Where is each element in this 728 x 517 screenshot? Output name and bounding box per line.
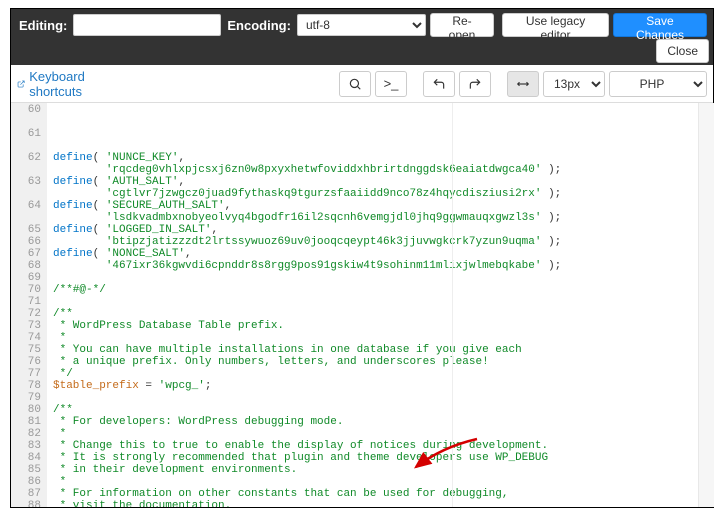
redo-icon xyxy=(468,77,482,91)
code-line: 'btipzjatizzzdt2lrtssywuoz69uv0jooqcqeyp… xyxy=(53,236,713,248)
close-button[interactable]: Close xyxy=(656,39,709,63)
keyboard-shortcuts-label: Keyboard shortcuts xyxy=(29,69,95,99)
code-line: * It is strongly recommended that plugin… xyxy=(53,452,713,464)
code-line: 'lsdkvadmbxnobyeolvyq4bgodfr16il2sqcnh6v… xyxy=(53,212,713,224)
code-line: * WordPress Database Table prefix. xyxy=(53,320,713,332)
terminal-icon: >_ xyxy=(384,76,399,91)
code-line: define( 'LOGGED_IN_SALT', xyxy=(53,224,713,236)
code-line: * xyxy=(53,332,713,344)
font-size-select[interactable]: 13px xyxy=(543,71,605,97)
code-line: */ xyxy=(53,368,713,380)
vertical-scrollbar[interactable] xyxy=(698,103,714,507)
code-line: define( 'AUTH_SALT', xyxy=(53,176,713,188)
code-line xyxy=(53,272,713,284)
editing-label: Editing: xyxy=(17,18,69,33)
code-line xyxy=(53,392,713,404)
search-icon xyxy=(348,77,362,91)
code-line: '467ixr36kgwvdi6cpnddr8s8rgg9pos91gskiw4… xyxy=(53,260,713,272)
use-legacy-editor-button[interactable]: Use legacy editor xyxy=(502,13,609,37)
code-line: * xyxy=(53,476,713,488)
terminal-button[interactable]: >_ xyxy=(375,71,407,97)
code-line: * For developers: WordPress debugging mo… xyxy=(53,416,713,428)
reopen-button[interactable]: Re-open xyxy=(430,13,494,37)
code-line xyxy=(53,296,713,308)
arrows-horizontal-icon xyxy=(516,77,530,91)
code-line: 'cgtlvr7jzwgcz0juad9fythaskq9tgurzsfaaii… xyxy=(53,188,713,200)
code-line: * xyxy=(53,428,713,440)
code-line: /** xyxy=(53,404,713,416)
editing-path-input[interactable] xyxy=(73,14,221,36)
code-line: 'rqcdeg0vhlxpjcsxj6zn0w8pxyxhetwfoviddxh… xyxy=(53,164,713,176)
code-line: $table_prefix = 'wpcg_'; xyxy=(53,380,713,392)
code-line: * For information on other constants tha… xyxy=(53,488,713,500)
external-link-icon xyxy=(17,77,25,91)
undo-button[interactable] xyxy=(423,71,455,97)
editor-toolbar: Keyboard shortcuts >_ 13px xyxy=(11,65,713,103)
save-changes-button[interactable]: Save Changes xyxy=(613,13,707,37)
code-editor[interactable]: 6061626364656667686970717273747576777879… xyxy=(11,103,713,507)
encoding-select[interactable]: utf-8 xyxy=(297,14,426,36)
encoding-label: Encoding: xyxy=(225,18,293,33)
keyboard-shortcuts-link[interactable]: Keyboard shortcuts xyxy=(17,69,95,99)
code-line: /**#@-*/ xyxy=(53,284,713,296)
topbar: Editing: Encoding: utf-8 Re-open Use leg… xyxy=(11,9,713,65)
line-gutter: 6061626364656667686970717273747576777879… xyxy=(11,103,47,507)
code-line: * in their development environments. xyxy=(53,464,713,476)
language-select[interactable]: PHP xyxy=(609,71,707,97)
wrap-toggle-button[interactable] xyxy=(507,71,539,97)
undo-icon xyxy=(432,77,446,91)
code-line: * Change this to true to enable the disp… xyxy=(53,440,713,452)
search-button[interactable] xyxy=(339,71,371,97)
code-line: /** xyxy=(53,308,713,320)
redo-button[interactable] xyxy=(459,71,491,97)
code-line: * You can have multiple installations in… xyxy=(53,344,713,356)
code-line: define( 'SECURE_AUTH_SALT', xyxy=(53,200,713,212)
code-line: * a unique prefix. Only numbers, letters… xyxy=(53,356,713,368)
code-area[interactable]: define( 'NUNCE_KEY', 'rqcdeg0vhlxpjcsxj6… xyxy=(47,103,713,507)
code-line: define( 'NONCE_SALT', xyxy=(53,248,713,260)
fold-column-marker xyxy=(452,103,453,507)
code-line: define( 'NUNCE_KEY', xyxy=(53,152,713,164)
code-line: * visit the documentation. xyxy=(53,500,713,507)
